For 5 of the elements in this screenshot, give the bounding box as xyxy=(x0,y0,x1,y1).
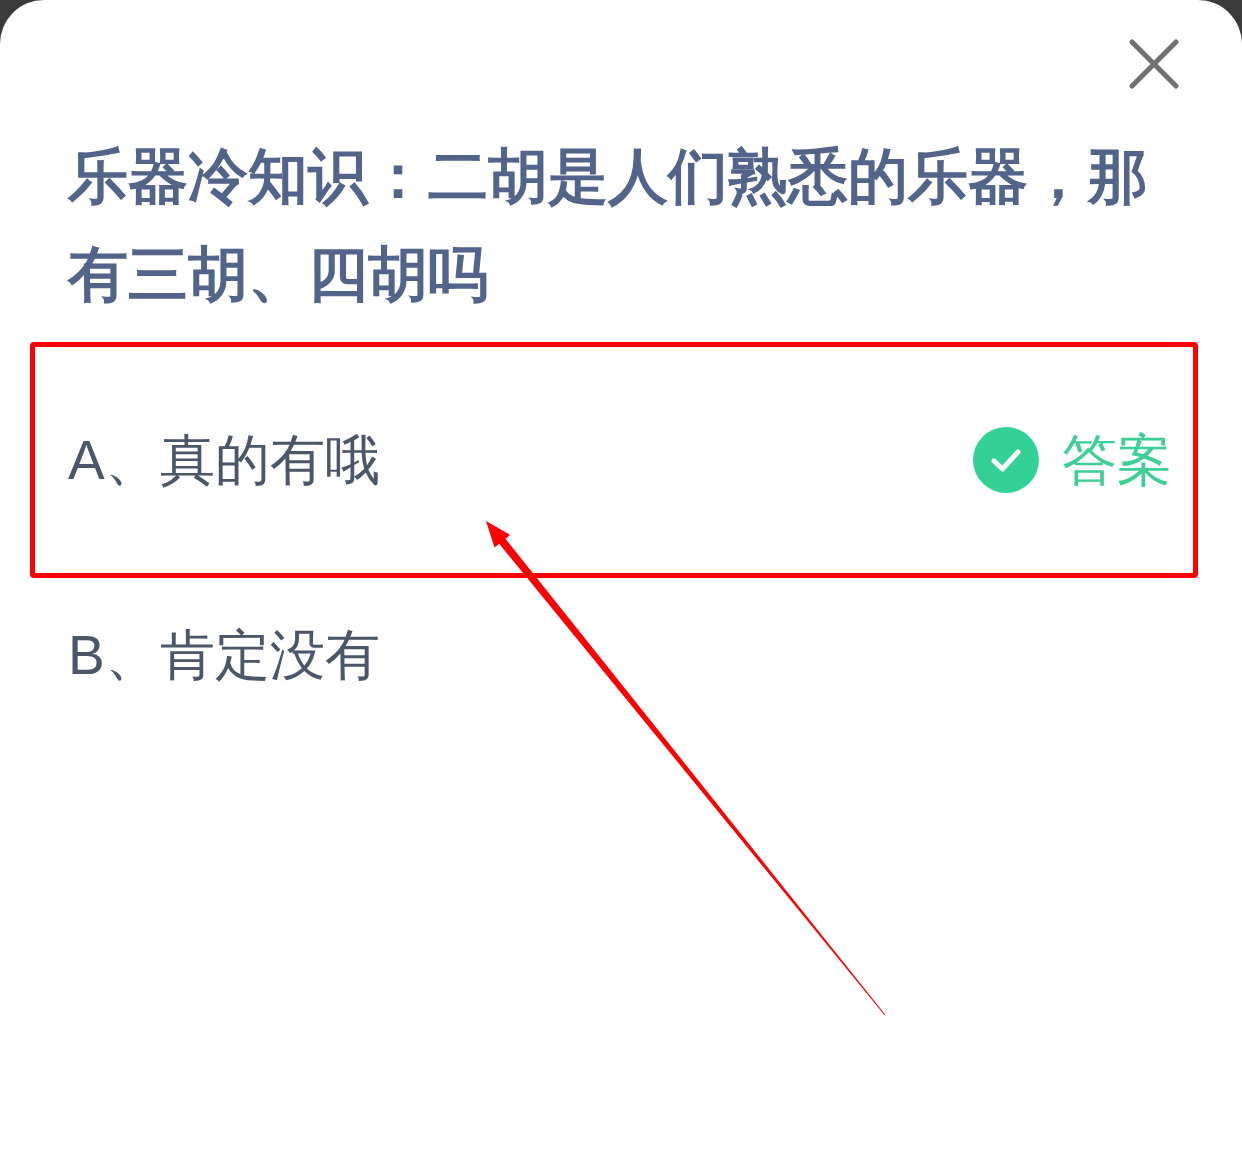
question-title: 乐器冷知识：二胡是人们熟悉的乐器，那有三胡、四胡吗 xyxy=(68,142,1149,310)
option-label[interactable]: A、真的有哦 xyxy=(68,424,380,495)
option-label[interactable]: B、肯定没有 xyxy=(68,619,380,690)
close-icon[interactable] xyxy=(1129,39,1179,89)
answer-label: 答案 xyxy=(1062,427,1172,493)
